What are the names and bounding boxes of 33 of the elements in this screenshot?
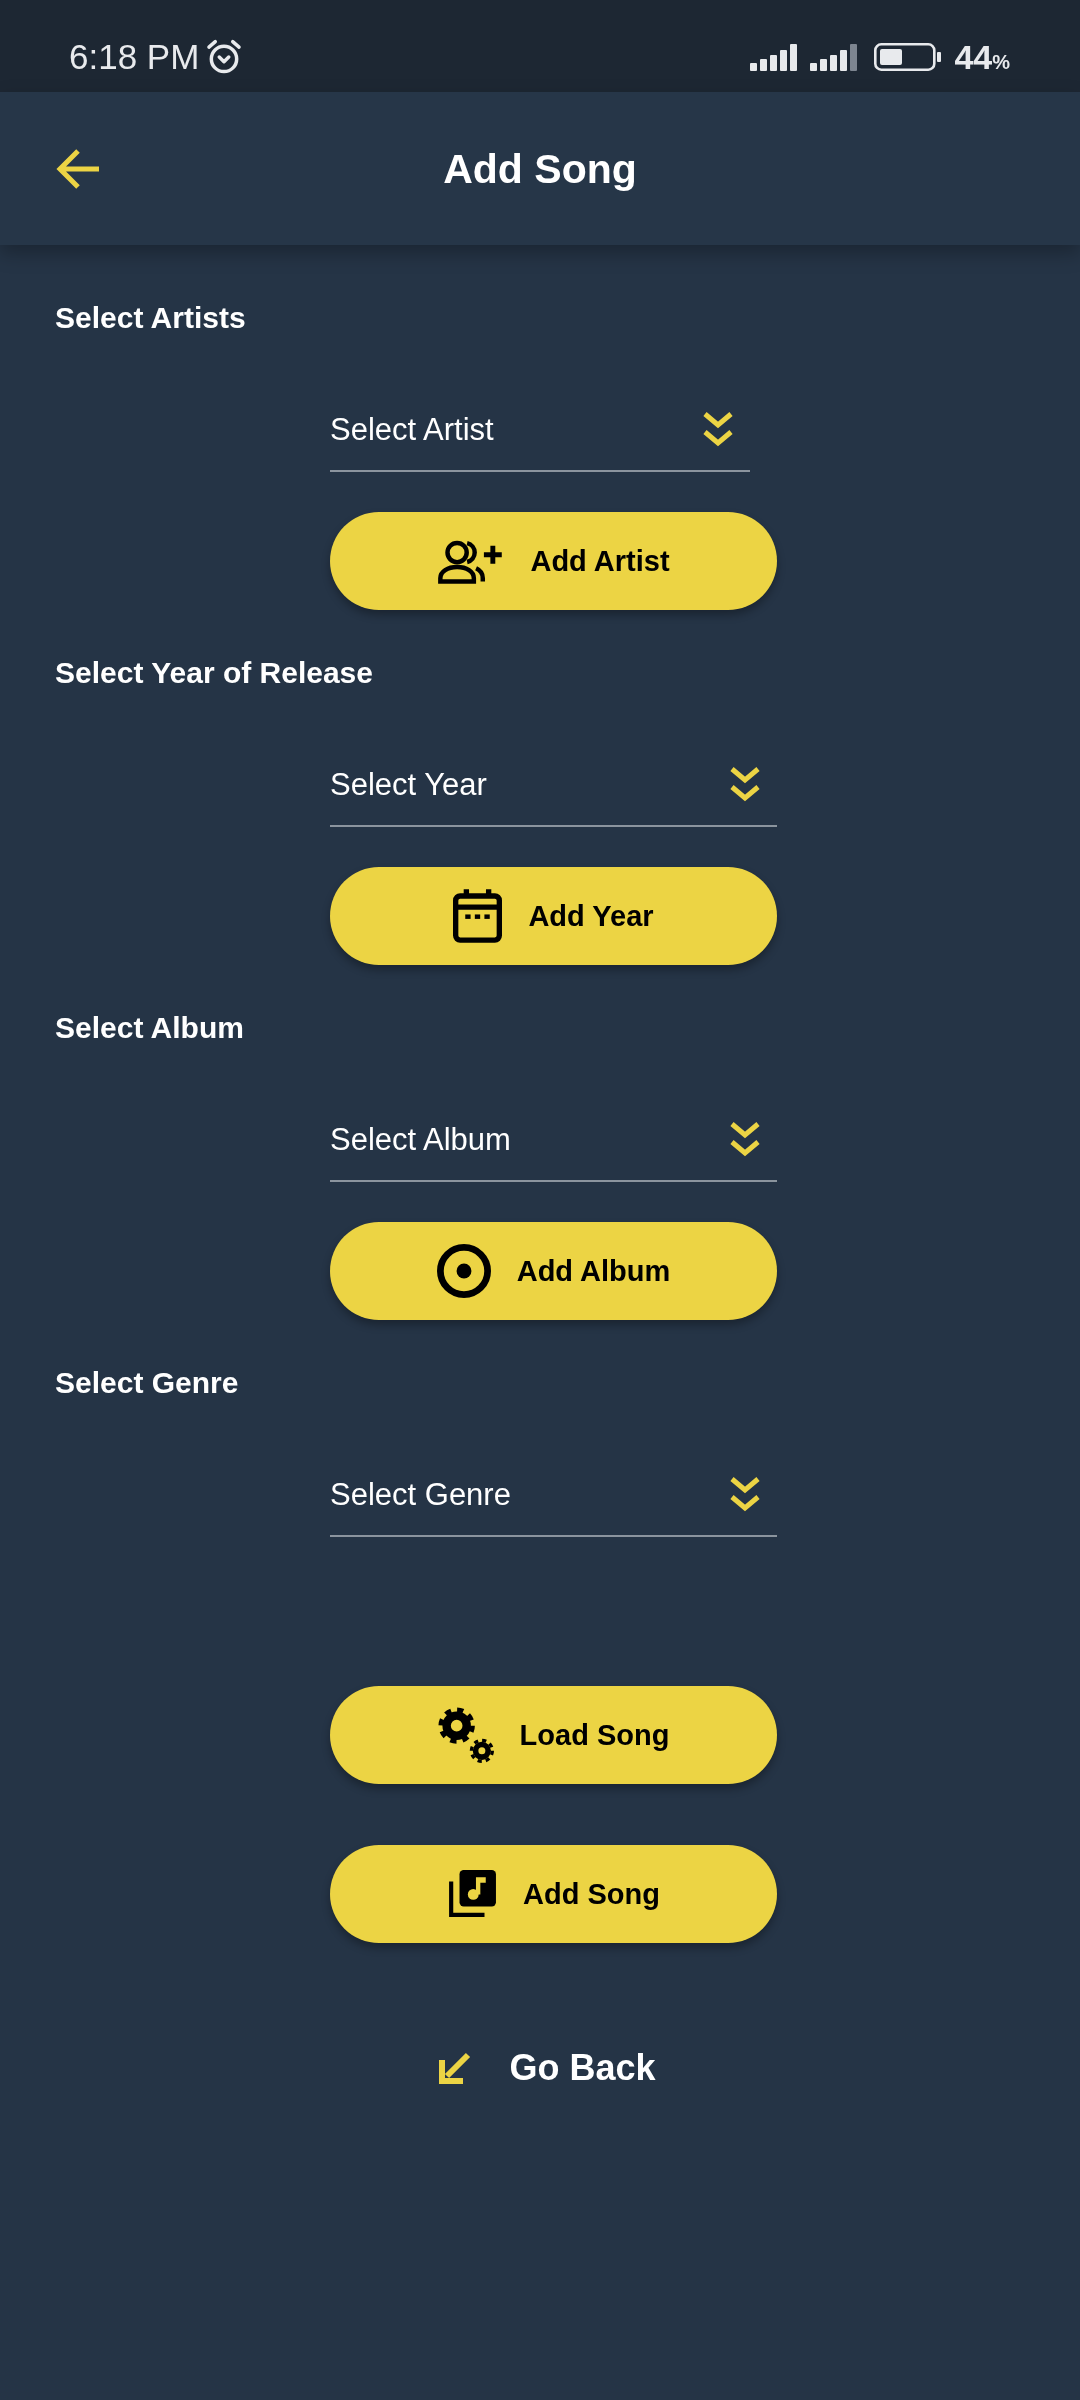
double-chevron-icon (702, 411, 734, 449)
dropdown-field[interactable]: Select Genre (330, 1455, 777, 1537)
signal-icon (810, 43, 859, 71)
double-chevron-icon (729, 1121, 761, 1159)
dropdown-field[interactable]: Select Artist (330, 390, 750, 472)
user-plus-icon (437, 538, 505, 584)
add-artist-button[interactable]: Add Artist (330, 512, 777, 610)
load-song-button[interactable]: Load Song (330, 1686, 777, 1784)
alarm-clock-icon (205, 38, 244, 76)
section-label: Select Album (55, 1010, 244, 1046)
disc-icon (436, 1244, 491, 1298)
section-label: Select Year of Release (55, 655, 373, 691)
arrow-down-left-icon (438, 2051, 472, 2085)
dropdown-field[interactable]: Select Year (330, 745, 777, 827)
dropdown-field[interactable]: Select Album (330, 1100, 777, 1182)
calendar-icon (453, 889, 503, 943)
section-label: Select Artists (55, 300, 246, 336)
add-album-button[interactable]: Add Album (330, 1222, 777, 1320)
status-time: 6:18 PM (69, 37, 200, 77)
section-label: Select Genre (55, 1365, 239, 1401)
double-chevron-icon (729, 1476, 761, 1514)
back-arrow-icon[interactable] (55, 147, 101, 190)
percent-sign: % (992, 51, 1010, 74)
signal-icon (750, 43, 799, 71)
add-year-button[interactable]: Add Year (330, 867, 777, 965)
gears-icon (437, 1707, 494, 1763)
double-chevron-icon (729, 766, 761, 804)
music-note-stack-icon (447, 1869, 498, 1919)
battery-icon (874, 43, 943, 71)
add-song-button[interactable]: Add Song (330, 1845, 777, 1943)
go-back-button[interactable]: Go Back (438, 2043, 656, 2093)
screen-title: Add Song (443, 144, 637, 194)
battery-percent: 44 (954, 37, 993, 77)
